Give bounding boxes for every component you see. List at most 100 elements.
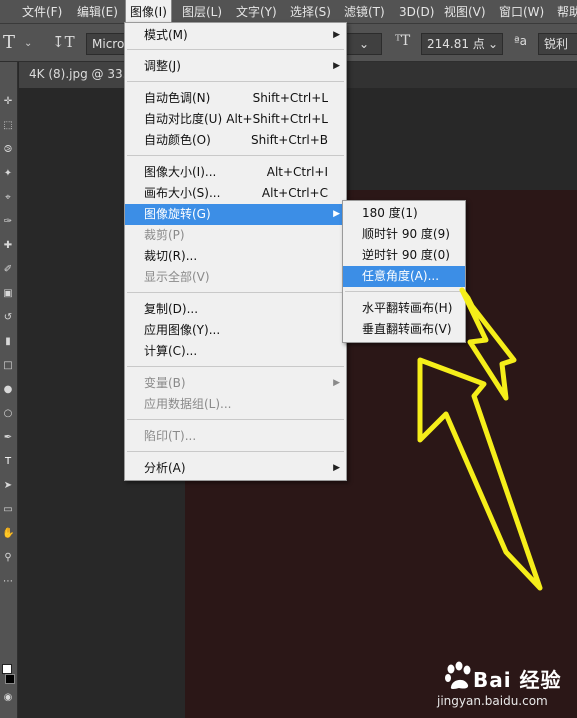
text-orientation-icon[interactable]: ↧T	[52, 33, 75, 51]
menu-item-mode[interactable]: 模式(M) ▶	[125, 25, 346, 46]
menu-file[interactable]: 文件(F)	[22, 0, 62, 24]
menu-item-label: 裁剪(P)	[144, 228, 185, 242]
menu-item-canvas-size[interactable]: 画布大小(S)... Alt+Ctrl+C	[125, 183, 346, 204]
healing-brush-tool-icon[interactable]: ✚	[2, 240, 14, 252]
menu-separator	[127, 49, 344, 50]
menu-item-rotate-180[interactable]: 180 度(1)	[343, 203, 465, 224]
submenu-arrow-icon: ▶	[333, 61, 340, 71]
menu-item-label: 显示全部(V)	[144, 270, 210, 284]
tool-preset-chevron-icon[interactable]: ⌄	[24, 38, 32, 49]
menu-item-label: 图像旋转(G)	[144, 207, 211, 221]
menu-item-image-rotation[interactable]: 图像旋转(G) ▶	[125, 204, 346, 225]
menu-item-label: 画布大小(S)...	[144, 186, 221, 200]
menu-separator	[127, 292, 344, 293]
eyedropper-tool-icon[interactable]: ✑	[2, 216, 14, 228]
menu-help[interactable]: 帮助	[557, 0, 577, 24]
marquee-tool-icon[interactable]: ⬚	[2, 120, 14, 132]
watermark-url: jingyan.baidu.com	[437, 694, 548, 708]
font-style-dropdown[interactable]: ⌄	[346, 33, 382, 55]
menu-item-shortcut: Shift+Ctrl+L	[252, 91, 328, 105]
menu-separator	[127, 419, 344, 420]
type-tool-icon[interactable]: T	[2, 456, 14, 468]
menu-item-rotate-90-cw[interactable]: 顺时针 90 度(9)	[343, 224, 465, 245]
anti-alias-field[interactable]: 锐利	[538, 33, 577, 55]
menu-item-label: 自动颜色(O)	[144, 133, 211, 147]
menu-item-calculations[interactable]: 计算(C)...	[125, 341, 346, 362]
menu-layer[interactable]: 图层(L)	[182, 0, 222, 24]
menu-item-label: 应用图像(Y)...	[144, 323, 221, 337]
menu-view[interactable]: 视图(V)	[444, 0, 486, 24]
menu-item-label: 垂直翻转画布(V)	[362, 322, 452, 336]
more-tools-icon[interactable]: ⋯	[2, 576, 14, 588]
shape-tool-icon[interactable]: ▭	[2, 504, 14, 516]
menu-item-trap[interactable]: 陷印(T)...	[125, 426, 346, 447]
menu-item-label: 变量(B)	[144, 376, 186, 390]
zoom-tool-icon[interactable]: ⚲	[2, 552, 14, 564]
move-tool-icon[interactable]: ✛	[2, 96, 14, 108]
document-tab-title: 4K (8).jpg @ 33.3	[29, 67, 135, 81]
foreground-color-swatch[interactable]	[2, 664, 12, 674]
pen-tool-icon[interactable]: ✒	[2, 432, 14, 444]
menu-item-label: 逆时针 90 度(0)	[362, 248, 450, 262]
menu-item-label: 自动色调(N)	[144, 91, 211, 105]
menu-item-image-size[interactable]: 图像大小(I)... Alt+Ctrl+I	[125, 162, 346, 183]
menu-item-label: 顺时针 90 度(9)	[362, 227, 450, 241]
menu-filter[interactable]: 滤镜(T)	[344, 0, 385, 24]
menu-item-label: 分析(A)	[144, 461, 186, 475]
menu-type[interactable]: 文字(Y)	[236, 0, 277, 24]
menu-item-analysis[interactable]: 分析(A) ▶	[125, 458, 346, 479]
menu-item-arbitrary-angle[interactable]: 任意角度(A)...	[343, 266, 465, 287]
eraser-tool-icon[interactable]: ▮	[2, 336, 14, 348]
gradient-tool-icon[interactable]: □	[2, 360, 14, 372]
menu-item-adjustments[interactable]: 调整(J) ▶	[125, 56, 346, 77]
font-family-field[interactable]: Microso	[86, 33, 126, 55]
dodge-tool-icon[interactable]: ○	[2, 408, 14, 420]
tools-panel: ✛ ⬚ ⧁ ✦ ⌖ ✑ ✚ ✐ ▣ ↺ ▮ □ ● ○ ✒ T ➤ ▭ ✋ ⚲ …	[0, 62, 18, 718]
menu-edit[interactable]: 编辑(E)	[77, 0, 118, 24]
menu-image[interactable]: 图像(I)	[125, 0, 172, 25]
menu-item-apply-image[interactable]: 应用图像(Y)...	[125, 320, 346, 341]
menu-item-auto-tone[interactable]: 自动色调(N) Shift+Ctrl+L	[125, 88, 346, 109]
menu-item-reveal-all[interactable]: 显示全部(V)	[125, 267, 346, 288]
menu-3d[interactable]: 3D(D)	[399, 0, 434, 24]
anti-alias-icon: ªa	[514, 34, 528, 48]
submenu-arrow-icon: ▶	[333, 30, 340, 40]
type-tool-icon[interactable]: T	[3, 32, 15, 53]
menu-select[interactable]: 选择(S)	[290, 0, 331, 24]
clone-stamp-tool-icon[interactable]: ▣	[2, 288, 14, 300]
menu-separator	[127, 366, 344, 367]
menu-item-auto-contrast[interactable]: 自动对比度(U) Alt+Shift+Ctrl+L	[125, 109, 346, 130]
menu-separator	[127, 155, 344, 156]
menu-item-flip-horizontal[interactable]: 水平翻转画布(H)	[343, 298, 465, 319]
menu-item-label: 复制(D)...	[144, 302, 199, 316]
menu-item-rotate-90-ccw[interactable]: 逆时针 90 度(0)	[343, 245, 465, 266]
menu-item-shortcut: Alt+Ctrl+C	[261, 186, 328, 200]
menu-item-label: 任意角度(A)...	[362, 269, 440, 283]
background-color-swatch[interactable]	[5, 674, 15, 684]
menu-item-duplicate[interactable]: 复制(D)...	[125, 299, 346, 320]
font-size-value: 214.81 点	[427, 37, 485, 51]
baidu-jingyan-watermark: Bai 经验 jingyan.baidu.com	[437, 658, 573, 714]
menu-item-apply-data-set[interactable]: 应用数据组(L)...	[125, 394, 346, 415]
menu-item-trim[interactable]: 裁切(R)...	[125, 246, 346, 267]
menu-item-flip-vertical[interactable]: 垂直翻转画布(V)	[343, 319, 465, 340]
menu-item-auto-color[interactable]: 自动颜色(O) Shift+Ctrl+B	[125, 130, 346, 151]
crop-tool-icon[interactable]: ⌖	[2, 192, 14, 204]
menu-item-label: 180 度(1)	[362, 206, 418, 220]
brush-tool-icon[interactable]: ✐	[2, 264, 14, 276]
font-size-field[interactable]: 214.81 点 ⌄	[421, 33, 503, 55]
submenu-arrow-icon: ▶	[333, 378, 340, 388]
history-brush-tool-icon[interactable]: ↺	[2, 312, 14, 324]
menu-item-variables[interactable]: 变量(B) ▶	[125, 373, 346, 394]
quick-select-tool-icon[interactable]: ✦	[2, 168, 14, 180]
menu-item-label: 水平翻转画布(H)	[362, 301, 453, 315]
quick-mask-icon[interactable]: ◉	[2, 692, 14, 704]
blur-tool-icon[interactable]: ●	[2, 384, 14, 396]
hand-tool-icon[interactable]: ✋	[2, 528, 14, 540]
menu-item-shortcut: Alt+Shift+Ctrl+L	[226, 112, 328, 126]
menu-item-label: 计算(C)...	[144, 344, 198, 358]
path-select-tool-icon[interactable]: ➤	[2, 480, 14, 492]
menu-item-crop[interactable]: 裁剪(P)	[125, 225, 346, 246]
menu-window[interactable]: 窗口(W)	[499, 0, 544, 24]
lasso-tool-icon[interactable]: ⧁	[2, 144, 14, 156]
